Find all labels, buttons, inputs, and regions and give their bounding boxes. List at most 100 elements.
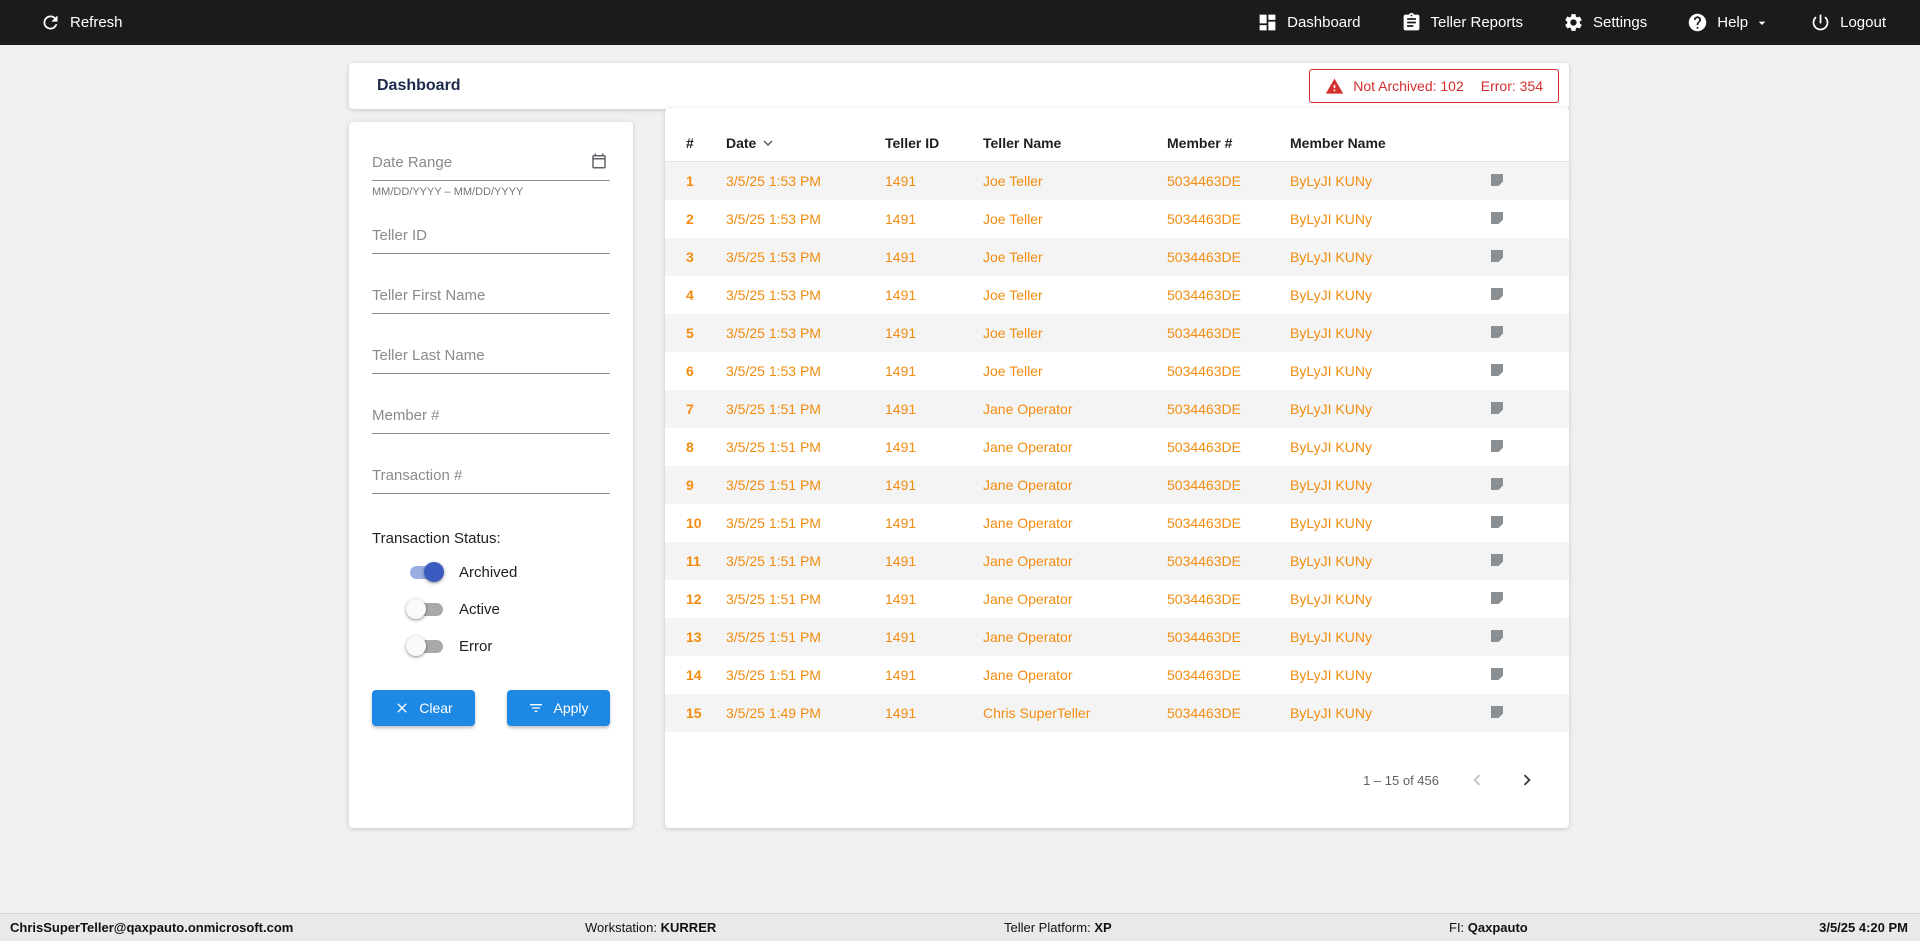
cell-date[interactable]: 3/5/25 1:53 PM: [726, 173, 885, 189]
calendar-icon[interactable]: [590, 152, 608, 170]
note-icon[interactable]: [1488, 627, 1506, 645]
date-range-input[interactable]: [372, 148, 610, 181]
apply-button[interactable]: Apply: [507, 690, 610, 726]
cell-teller-id[interactable]: 1491: [885, 211, 983, 227]
cell-teller-id[interactable]: 1491: [885, 439, 983, 455]
cell-teller-id[interactable]: 1491: [885, 705, 983, 721]
refresh-button[interactable]: Refresh: [40, 12, 123, 33]
note-icon[interactable]: [1488, 551, 1506, 569]
toggle-error[interactable]: Error: [406, 634, 610, 658]
cell-date[interactable]: 3/5/25 1:51 PM: [726, 667, 885, 683]
teller-id-input[interactable]: [372, 221, 610, 254]
cell-teller-name[interactable]: Joe Teller: [983, 287, 1167, 303]
cell-teller-name[interactable]: Joe Teller: [983, 173, 1167, 189]
prev-page-button[interactable]: [1465, 768, 1489, 792]
toggle-active[interactable]: Active: [406, 597, 610, 621]
cell-teller-id[interactable]: 1491: [885, 173, 983, 189]
table-row[interactable]: 11 3/5/25 1:51 PM 1491 Jane Operator 503…: [665, 542, 1569, 580]
cell-date[interactable]: 3/5/25 1:51 PM: [726, 439, 885, 455]
note-icon[interactable]: [1488, 323, 1506, 341]
note-icon[interactable]: [1488, 361, 1506, 379]
cell-member-number[interactable]: 5034463DE: [1167, 629, 1290, 645]
cell-teller-id[interactable]: 1491: [885, 401, 983, 417]
cell-teller-id[interactable]: 1491: [885, 249, 983, 265]
cell-member-number[interactable]: 5034463DE: [1167, 705, 1290, 721]
cell-teller-name[interactable]: Jane Operator: [983, 477, 1167, 493]
cell-teller-name[interactable]: Joe Teller: [983, 211, 1167, 227]
table-row[interactable]: 3 3/5/25 1:53 PM 1491 Joe Teller 5034463…: [665, 238, 1569, 276]
cell-teller-name[interactable]: Joe Teller: [983, 325, 1167, 341]
cell-member-name[interactable]: ByLyJI KUNy: [1290, 325, 1488, 341]
cell-member-name[interactable]: ByLyJI KUNy: [1290, 211, 1488, 227]
cell-member-name[interactable]: ByLyJI KUNy: [1290, 629, 1488, 645]
cell-member-name[interactable]: ByLyJI KUNy: [1290, 287, 1488, 303]
cell-member-name[interactable]: ByLyJI KUNy: [1290, 363, 1488, 379]
note-icon[interactable]: [1488, 399, 1506, 417]
cell-member-number[interactable]: 5034463DE: [1167, 363, 1290, 379]
nav-teller-reports[interactable]: Teller Reports: [1401, 12, 1523, 33]
cell-date[interactable]: 3/5/25 1:51 PM: [726, 553, 885, 569]
cell-member-name[interactable]: ByLyJI KUNy: [1290, 515, 1488, 531]
cell-member-name[interactable]: ByLyJI KUNy: [1290, 401, 1488, 417]
cell-member-name[interactable]: ByLyJI KUNy: [1290, 591, 1488, 607]
cell-teller-name[interactable]: Jane Operator: [983, 515, 1167, 531]
cell-teller-name[interactable]: Jane Operator: [983, 591, 1167, 607]
cell-member-name[interactable]: ByLyJI KUNy: [1290, 667, 1488, 683]
table-row[interactable]: 15 3/5/25 1:49 PM 1491 Chris SuperTeller…: [665, 694, 1569, 732]
alert-badge[interactable]: Not Archived: 102 Error: 354: [1309, 69, 1559, 103]
cell-date[interactable]: 3/5/25 1:51 PM: [726, 629, 885, 645]
cell-date[interactable]: 3/5/25 1:51 PM: [726, 591, 885, 607]
cell-member-name[interactable]: ByLyJI KUNy: [1290, 439, 1488, 455]
table-row[interactable]: 2 3/5/25 1:53 PM 1491 Joe Teller 5034463…: [665, 200, 1569, 238]
cell-member-number[interactable]: 5034463DE: [1167, 173, 1290, 189]
next-page-button[interactable]: [1515, 768, 1539, 792]
cell-member-number[interactable]: 5034463DE: [1167, 249, 1290, 265]
member-number-input[interactable]: [372, 401, 610, 434]
cell-member-number[interactable]: 5034463DE: [1167, 553, 1290, 569]
cell-teller-name[interactable]: Jane Operator: [983, 401, 1167, 417]
cell-teller-id[interactable]: 1491: [885, 325, 983, 341]
cell-date[interactable]: 3/5/25 1:51 PM: [726, 401, 885, 417]
cell-teller-id[interactable]: 1491: [885, 363, 983, 379]
cell-member-name[interactable]: ByLyJI KUNy: [1290, 705, 1488, 721]
note-icon[interactable]: [1488, 589, 1506, 607]
teller-first-name-input[interactable]: [372, 281, 610, 314]
note-icon[interactable]: [1488, 513, 1506, 531]
cell-member-number[interactable]: 5034463DE: [1167, 211, 1290, 227]
cell-date[interactable]: 3/5/25 1:53 PM: [726, 249, 885, 265]
note-icon[interactable]: [1488, 665, 1506, 683]
cell-teller-name[interactable]: Jane Operator: [983, 667, 1167, 683]
cell-teller-id[interactable]: 1491: [885, 553, 983, 569]
column-date[interactable]: Date: [726, 134, 885, 152]
cell-member-name[interactable]: ByLyJI KUNy: [1290, 477, 1488, 493]
toggle-archived[interactable]: Archived: [406, 560, 610, 584]
note-icon[interactable]: [1488, 475, 1506, 493]
cell-date[interactable]: 3/5/25 1:53 PM: [726, 211, 885, 227]
note-icon[interactable]: [1488, 437, 1506, 455]
cell-teller-name[interactable]: Joe Teller: [983, 249, 1167, 265]
note-icon[interactable]: [1488, 285, 1506, 303]
cell-date[interactable]: 3/5/25 1:53 PM: [726, 325, 885, 341]
note-icon[interactable]: [1488, 209, 1506, 227]
cell-teller-id[interactable]: 1491: [885, 515, 983, 531]
nav-help[interactable]: Help: [1687, 12, 1770, 33]
nav-settings[interactable]: Settings: [1563, 12, 1647, 33]
cell-member-name[interactable]: ByLyJI KUNy: [1290, 173, 1488, 189]
table-row[interactable]: 5 3/5/25 1:53 PM 1491 Joe Teller 5034463…: [665, 314, 1569, 352]
cell-member-number[interactable]: 5034463DE: [1167, 591, 1290, 607]
nav-dashboard[interactable]: Dashboard: [1257, 12, 1361, 33]
cell-teller-id[interactable]: 1491: [885, 591, 983, 607]
table-row[interactable]: 6 3/5/25 1:53 PM 1491 Joe Teller 5034463…: [665, 352, 1569, 390]
cell-teller-name[interactable]: Jane Operator: [983, 629, 1167, 645]
table-row[interactable]: 7 3/5/25 1:51 PM 1491 Jane Operator 5034…: [665, 390, 1569, 428]
table-row[interactable]: 10 3/5/25 1:51 PM 1491 Jane Operator 503…: [665, 504, 1569, 542]
table-row[interactable]: 14 3/5/25 1:51 PM 1491 Jane Operator 503…: [665, 656, 1569, 694]
cell-date[interactable]: 3/5/25 1:51 PM: [726, 515, 885, 531]
cell-date[interactable]: 3/5/25 1:53 PM: [726, 363, 885, 379]
cell-teller-id[interactable]: 1491: [885, 477, 983, 493]
cell-member-number[interactable]: 5034463DE: [1167, 667, 1290, 683]
table-row[interactable]: 1 3/5/25 1:53 PM 1491 Joe Teller 5034463…: [665, 162, 1569, 200]
cell-member-number[interactable]: 5034463DE: [1167, 401, 1290, 417]
cell-member-name[interactable]: ByLyJI KUNy: [1290, 249, 1488, 265]
table-row[interactable]: 12 3/5/25 1:51 PM 1491 Jane Operator 503…: [665, 580, 1569, 618]
